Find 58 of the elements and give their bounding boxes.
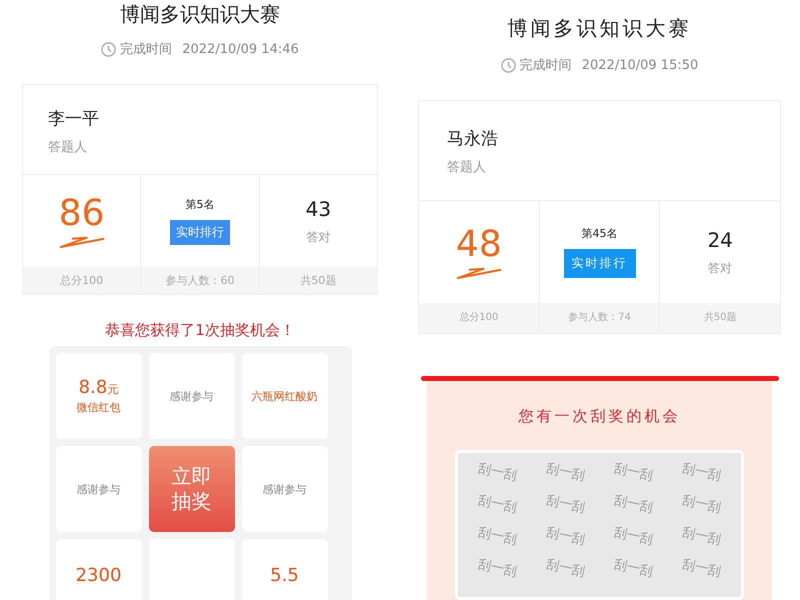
prize-label: 六瓶网红酸奶 bbox=[252, 388, 318, 404]
scratch-watermark: 刮一刮 bbox=[612, 492, 654, 517]
clock-icon bbox=[101, 42, 116, 56]
scratch-watermark: 刮一刮 bbox=[476, 492, 519, 517]
scratch-heading: 您有一次刮奖的机会 bbox=[518, 407, 680, 426]
scratch-watermark: 刮一刮 bbox=[680, 460, 722, 485]
participant-name: 李一平 bbox=[48, 108, 100, 130]
prize-amount: 2300 bbox=[76, 565, 122, 586]
participant-name: 马永浩 bbox=[447, 128, 499, 150]
question-total: 共50题 bbox=[260, 267, 377, 294]
time-label: 完成时间 bbox=[520, 57, 572, 74]
prize-amount: 5.5 bbox=[270, 565, 299, 586]
scratch-watermark: 刮一刮 bbox=[476, 460, 519, 485]
score: 86 bbox=[58, 194, 105, 232]
signature-icon bbox=[58, 234, 105, 248]
scratch-watermark: 刮一刮 bbox=[612, 524, 654, 549]
correct-label: 答对 bbox=[708, 260, 732, 276]
scratch-watermark: 刮一刮 bbox=[544, 556, 587, 581]
total-score: 总分100 bbox=[419, 303, 539, 333]
prize-label: 感谢参与 bbox=[262, 482, 306, 496]
clock-icon bbox=[500, 58, 516, 72]
question-total: 共50题 bbox=[660, 303, 780, 333]
scratch-watermark: 刮一刮 bbox=[612, 460, 654, 485]
lottery-heading: 恭喜您获得了1次抽奖机会！ bbox=[105, 321, 295, 340]
participant-label: 答题人 bbox=[447, 159, 487, 176]
draw-button[interactable]: 立即抽奖 bbox=[148, 446, 234, 532]
scratch-watermark: 刮一刮 bbox=[544, 524, 587, 549]
scratch-watermark: 刮一刮 bbox=[680, 524, 722, 549]
rank: 第5名 bbox=[185, 197, 214, 212]
prize-label: 微信红包 bbox=[76, 400, 120, 415]
scratch-watermark: 刮一刮 bbox=[544, 492, 587, 517]
scratch-watermark: 刮一刮 bbox=[612, 556, 654, 581]
participant-label: 答题人 bbox=[48, 139, 88, 156]
scratch-watermark: 刮一刮 bbox=[476, 556, 519, 581]
ranking-button[interactable]: 实时排行 bbox=[564, 249, 636, 278]
scratch-watermark: 刮一刮 bbox=[544, 460, 587, 485]
quiz-title: 博闻多识知识大赛 bbox=[120, 1, 280, 28]
participant-count: 参与人数：60 bbox=[141, 267, 259, 294]
scratch-watermark: 刮一刮 bbox=[680, 556, 722, 581]
prize-label: 感谢参与 bbox=[76, 482, 120, 496]
ranking-button[interactable]: 实时排行 bbox=[170, 220, 230, 245]
scratch-area[interactable]: 刮一刮 刮一刮 刮一刮 刮一刮 刮一刮 刮一刮 刮一刮 刮一刮 刮一刮 刮一刮 刮一刮 刮一刮 刮一刮 刮一刮 刮一刮 刮一刮 bbox=[455, 450, 744, 600]
score: 48 bbox=[456, 226, 502, 264]
correct-label: 答对 bbox=[306, 228, 330, 246]
signature-icon bbox=[456, 266, 502, 278]
completion-time: 2022/10/09 15:50 bbox=[582, 58, 698, 72]
correct-count: 43 bbox=[306, 196, 332, 220]
completion-time: 2022/10/09 14:46 bbox=[182, 42, 299, 56]
quiz-title: 博闻多识知识大赛 bbox=[508, 15, 692, 42]
rank: 第45名 bbox=[582, 226, 618, 241]
prize-label: 感谢参与 bbox=[170, 388, 214, 404]
time-label: 完成时间 bbox=[120, 41, 172, 58]
total-score: 总分100 bbox=[23, 267, 140, 294]
prize-amount: 8.8元 bbox=[78, 377, 118, 398]
correct-count: 24 bbox=[707, 228, 733, 252]
scratch-watermark: 刮一刮 bbox=[680, 492, 722, 517]
participant-count: 参与人数：74 bbox=[540, 303, 660, 333]
scratch-watermark: 刮一刮 bbox=[476, 524, 519, 549]
